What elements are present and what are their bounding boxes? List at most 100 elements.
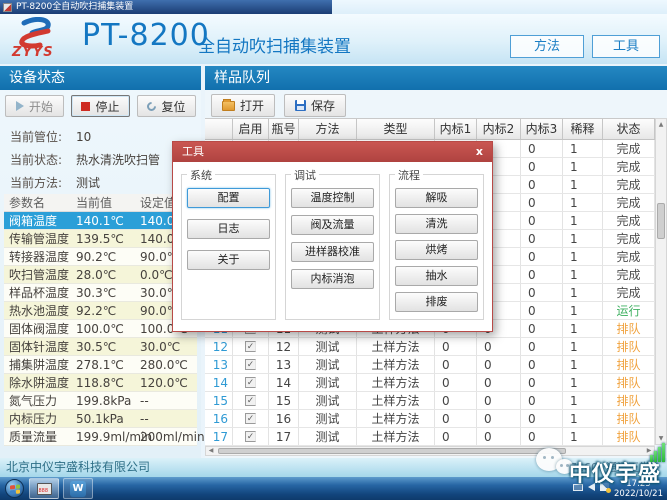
open-button[interactable]: 打开 — [211, 94, 275, 117]
taskbar-clock[interactable]: 17:25 2022/10/21 — [614, 479, 663, 499]
network-icon[interactable] — [600, 483, 609, 491]
tools-button[interactable]: 工具 — [592, 35, 660, 58]
vertical-scrollbar[interactable]: ▲ ▼ — [655, 118, 667, 445]
scroll-up-icon[interactable]: ▲ — [656, 119, 666, 130]
queue-row[interactable]: 12✓12测试土样方法0001排队 — [205, 338, 655, 356]
tools-dialog-titlebar[interactable]: 工具 x — [173, 142, 492, 162]
is3-cell: 0 — [521, 410, 563, 427]
queue-row[interactable]: 14✓14测试土样方法0001排队 — [205, 374, 655, 392]
param-row[interactable]: 质量流量199.9ml/min200ml/min — [4, 428, 197, 446]
param-row[interactable]: 固体阀温度100.0℃100.0℃ — [4, 320, 197, 338]
checkbox-icon[interactable]: ✓ — [245, 341, 256, 352]
is3-cell: 0 — [521, 356, 563, 373]
taskbar-w-button[interactable]: W — [63, 478, 93, 499]
dialog-button[interactable]: 解吸 — [395, 188, 478, 208]
is3-cell: 0 — [521, 230, 563, 247]
stop-button[interactable]: 停止 — [71, 95, 130, 117]
param-set: -- — [140, 392, 195, 409]
param-row[interactable]: 传输管温度139.5℃140.0℃ — [4, 230, 197, 248]
clock-date: 2022/10/21 — [614, 489, 663, 499]
dialog-button[interactable]: 阀及流量 — [291, 215, 374, 235]
dilution-cell: 1 — [563, 320, 603, 337]
method-cell: 测试 — [299, 428, 357, 445]
status-cell: 排队 — [603, 338, 655, 355]
dialog-button[interactable]: 清洗 — [395, 214, 478, 234]
dialog-button[interactable]: 配置 — [187, 188, 270, 208]
param-row[interactable]: 阀箱温度140.1℃140.0℃ — [4, 212, 197, 230]
current-tube-label: 当前管位: — [10, 126, 76, 149]
scroll-down-icon[interactable]: ▼ — [656, 433, 666, 444]
is3-cell: 0 — [521, 212, 563, 229]
horizontal-scroll-thumb[interactable] — [218, 448, 566, 454]
dilution-cell: 1 — [563, 374, 603, 391]
taskbar-app-button[interactable] — [29, 478, 59, 499]
queue-header-status: 状态 — [603, 119, 655, 139]
checkbox-icon[interactable]: ✓ — [245, 413, 256, 424]
is1-cell: 0 — [435, 338, 477, 355]
enable-checkbox[interactable]: ✓ — [233, 428, 269, 445]
queue-row[interactable]: 16✓16测试土样方法0001排队 — [205, 410, 655, 428]
is1-cell: 0 — [435, 392, 477, 409]
dialog-button[interactable]: 内标消泡 — [291, 269, 374, 289]
queue-row[interactable]: 13✓13测试土样方法0001排队 — [205, 356, 655, 374]
param-current: 30.5℃ — [76, 338, 140, 355]
param-row[interactable]: 固体针温度30.5℃30.0℃ — [4, 338, 197, 356]
method-button[interactable]: 方法 — [510, 35, 584, 58]
param-row[interactable]: 热水池温度92.2℃90.0℃ — [4, 302, 197, 320]
horizontal-scrollbar[interactable]: ◀ ▶ — [205, 446, 655, 456]
status-cell: 完成 — [603, 158, 655, 175]
dialog-button[interactable]: 温度控制 — [291, 188, 374, 208]
row-index: 16 — [205, 410, 233, 427]
enable-checkbox[interactable]: ✓ — [233, 356, 269, 373]
dialog-button[interactable]: 抽水 — [395, 266, 478, 286]
is3-cell: 0 — [521, 194, 563, 211]
param-row[interactable]: 内标压力50.1kPa-- — [4, 410, 197, 428]
is2-cell: 0 — [477, 392, 521, 409]
current-method-row: 当前方法: 测试 — [10, 172, 160, 195]
dialog-button[interactable]: 关于 — [187, 250, 270, 270]
checkbox-icon[interactable]: ✓ — [245, 395, 256, 406]
checkbox-icon[interactable]: ✓ — [245, 431, 256, 442]
play-icon — [16, 101, 24, 111]
param-row[interactable]: 吹扫管温度28.0℃0.0℃ — [4, 266, 197, 284]
enable-checkbox[interactable]: ✓ — [233, 338, 269, 355]
speaker-icon[interactable] — [588, 483, 595, 491]
tools-dialog-body: 系统配置日志关于调试温度控制阀及流量进样器校准内标消泡流程解吸清洗烘烤抽水排废 — [173, 162, 492, 320]
start-button[interactable]: 开始 — [5, 95, 64, 117]
param-row[interactable]: 除水阱温度118.8℃120.0℃ — [4, 374, 197, 392]
param-row[interactable]: 样品杯温度30.3℃30.0℃ — [4, 284, 197, 302]
scroll-right-icon[interactable]: ▶ — [644, 447, 654, 455]
logo-text: ZYYS — [12, 45, 54, 60]
scroll-left-icon[interactable]: ◀ — [206, 447, 216, 455]
param-current: 28.0℃ — [76, 266, 140, 283]
dialog-button[interactable]: 排废 — [395, 292, 478, 312]
dialog-button[interactable]: 烘烤 — [395, 240, 478, 260]
enable-checkbox[interactable]: ✓ — [233, 410, 269, 427]
parameter-rows: 阀箱温度140.1℃140.0℃传输管温度139.5℃140.0℃转接器温度90… — [4, 212, 197, 446]
enable-checkbox[interactable]: ✓ — [233, 374, 269, 391]
param-row[interactable]: 捕集阱温度278.1℃280.0℃ — [4, 356, 197, 374]
current-method-value: 测试 — [76, 172, 100, 195]
close-icon[interactable]: x — [476, 143, 483, 161]
tools-dialog-title: 工具 — [182, 142, 204, 162]
reset-button[interactable]: 复位 — [137, 95, 196, 117]
param-row[interactable]: 氮气压力199.8kPa-- — [4, 392, 197, 410]
checkbox-icon[interactable]: ✓ — [245, 359, 256, 370]
method-cell: 测试 — [299, 410, 357, 427]
param-name: 内标压力 — [4, 410, 76, 427]
vertical-scroll-thumb[interactable] — [657, 203, 665, 239]
queue-row[interactable]: 17✓17测试土样方法0001排队 — [205, 428, 655, 446]
dilution-cell: 1 — [563, 410, 603, 427]
enable-checkbox[interactable]: ✓ — [233, 392, 269, 409]
keyboard-icon[interactable] — [573, 484, 583, 491]
bottle-number: 15 — [269, 392, 299, 409]
save-button[interactable]: 保存 — [284, 94, 346, 117]
dialog-button[interactable]: 进样器校准 — [291, 242, 374, 262]
param-row[interactable]: 转接器温度90.2℃90.0℃ — [4, 248, 197, 266]
checkbox-icon[interactable]: ✓ — [245, 377, 256, 388]
dialog-button[interactable]: 日志 — [187, 219, 270, 239]
start-button-orb[interactable] — [5, 479, 24, 498]
reset-button-label: 复位 — [161, 98, 185, 115]
queue-row[interactable]: 15✓15测试土样方法0001排队 — [205, 392, 655, 410]
param-current: 199.9ml/min — [76, 428, 140, 445]
